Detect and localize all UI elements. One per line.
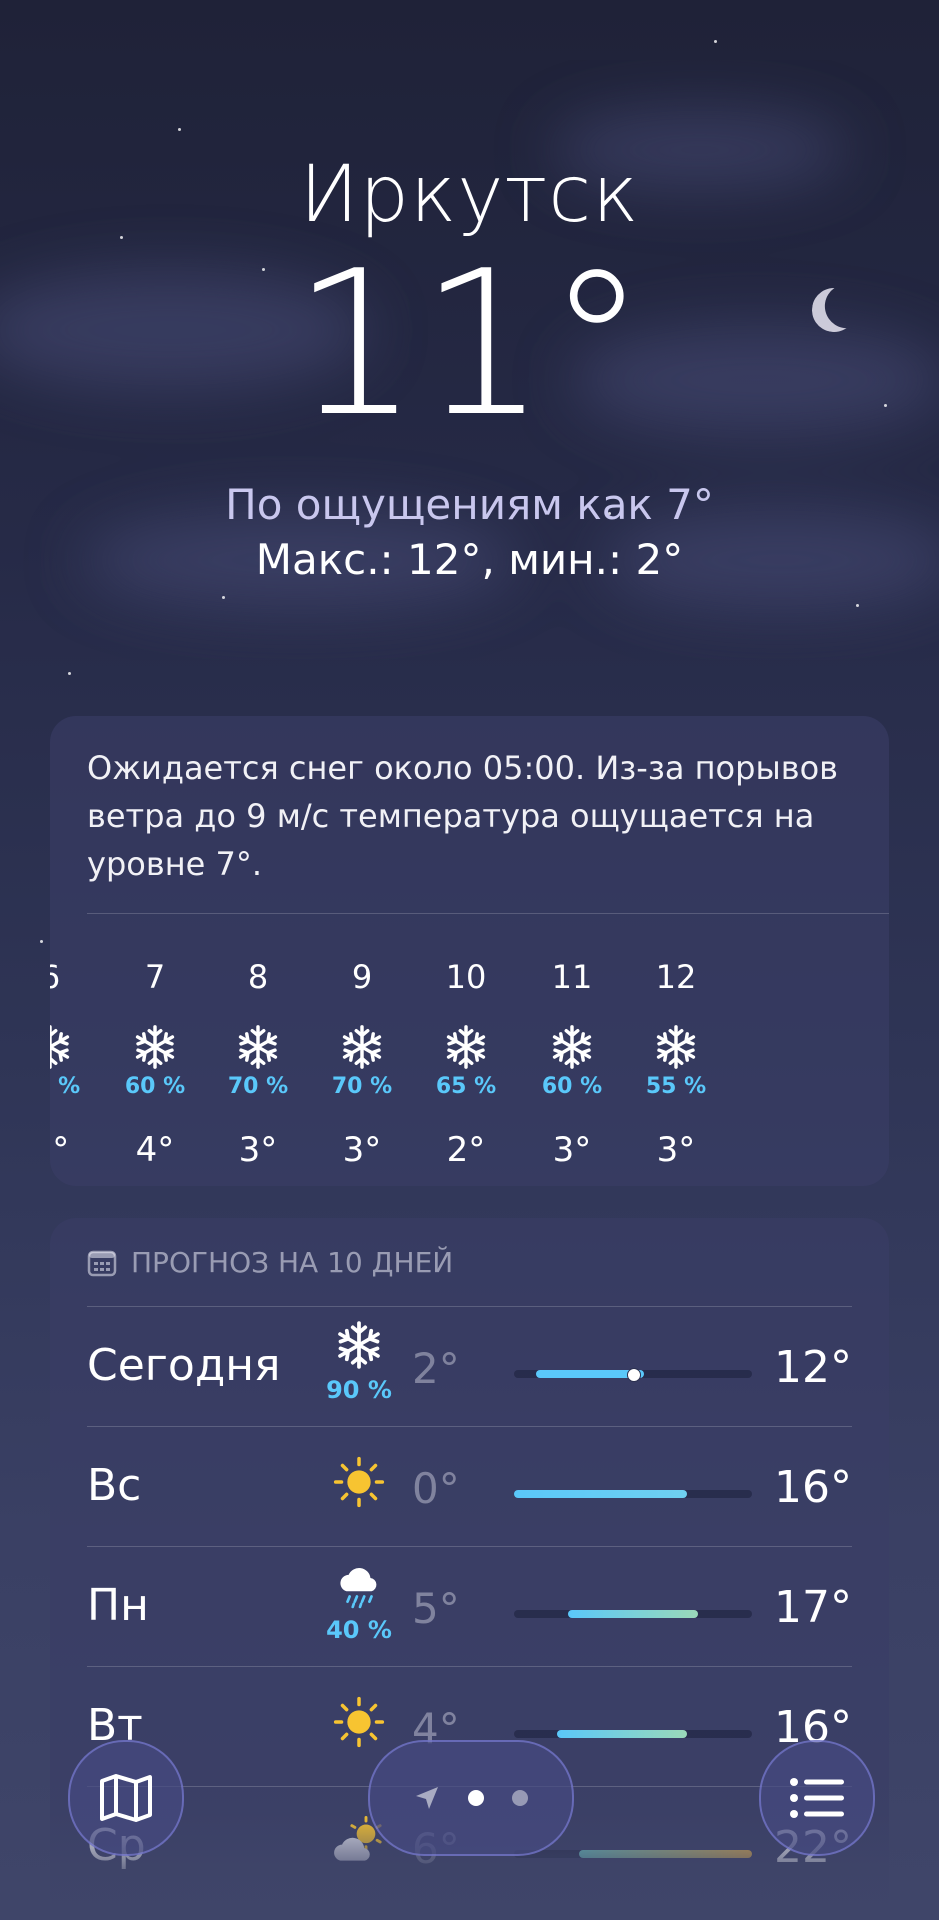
snowflake-icon (50, 1025, 70, 1069)
day-weather (309, 1694, 409, 1756)
hour-temp: 4° (135, 1130, 175, 1170)
location-arrow-icon[interactable] (414, 1785, 440, 1811)
snowflake-icon (338, 1321, 380, 1369)
hour-precip: 70 % (331, 1074, 393, 1099)
map-icon (100, 1774, 152, 1822)
temperature-range-bar (514, 1368, 752, 1382)
snowflake-icon (446, 1025, 486, 1069)
page-dot[interactable] (512, 1790, 528, 1806)
star (68, 672, 71, 675)
hour-icon-wrap (626, 1024, 726, 1074)
temperature-range-fill (568, 1610, 698, 1618)
day-row[interactable]: Пн 40 % 5° 17° (87, 1546, 852, 1666)
map-button[interactable] (68, 1740, 184, 1856)
star (714, 40, 717, 43)
day-precip: 90 % (326, 1376, 392, 1404)
city-name: Иркутск (299, 150, 640, 240)
star (222, 596, 225, 599)
forecast-summary: Ожидается снег около 05:00. Из-за поры­в… (87, 749, 838, 883)
day-high: 17° (774, 1582, 852, 1633)
day-row[interactable]: Сегодня 90 % 2° 12° (87, 1306, 852, 1426)
hour-item: 9 70 % 3° (312, 936, 412, 1170)
hour-icon-wrap (312, 1024, 412, 1074)
day-name: Сегодня (87, 1340, 281, 1391)
hour-precip: 60 % (124, 1074, 186, 1099)
day-precip: 40 % (326, 1616, 392, 1644)
locations-list-button[interactable] (759, 1740, 875, 1856)
ten-day-header: ПРОГНОЗ НА 10 ДНЕЙ (87, 1246, 453, 1279)
day-weather: 90 % (309, 1320, 409, 1404)
hour-temp: 3° (50, 1130, 70, 1170)
day-low: 5° (412, 1584, 460, 1633)
hourly-scroller[interactable]: 6 65 % 3° 7 60 % 4° 8 70 % 3° 9 70 % 3° 10 65 % 2° 11 60… (50, 936, 889, 1176)
hour-temp: 3° (238, 1130, 278, 1170)
hour-label: 12 (655, 958, 697, 996)
hour-temp: 3° (656, 1130, 696, 1170)
hour-label: 10 (445, 958, 487, 996)
hour-icon-wrap (50, 1024, 100, 1074)
cloud-rain-icon (340, 1568, 377, 1609)
hour-label: 8 (247, 958, 269, 996)
hour-precip: 55 % (645, 1074, 707, 1099)
sun-icon (333, 1696, 385, 1748)
hour-temp: 3° (342, 1130, 382, 1170)
hourly-forecast-card[interactable]: Ожидается снег около 05:00. Из-за поры­в… (50, 716, 889, 1186)
star (178, 128, 181, 131)
temperature-range-fill (557, 1730, 688, 1738)
hour-temp: 3° (552, 1130, 592, 1170)
hour-item: 6 65 % 3° (50, 936, 100, 1170)
divider (87, 913, 889, 914)
day-weather (309, 1454, 409, 1516)
day-high: 16° (774, 1462, 852, 1513)
feels-like: По ощущениям как 7° (225, 480, 714, 529)
day-high: 12° (774, 1342, 852, 1393)
temperature-range-bar (514, 1490, 752, 1498)
current-temperature-dot (627, 1368, 641, 1382)
sun-icon (333, 1456, 385, 1508)
snowflake-icon (135, 1025, 175, 1069)
page-indicator[interactable] (368, 1740, 574, 1856)
hour-item: 12 55 % 3° (626, 936, 726, 1170)
hour-precip: 70 % (227, 1074, 289, 1099)
hour-icon-wrap (416, 1024, 516, 1074)
snowflake-icon (656, 1025, 696, 1069)
day-weather: 40 % (309, 1560, 409, 1644)
day-row[interactable]: Вс 0° 16° (87, 1426, 852, 1546)
calendar-icon (87, 1250, 117, 1276)
day-low: 0° (412, 1464, 460, 1513)
hour-icon-wrap (105, 1024, 205, 1074)
list-icon (790, 1778, 844, 1818)
hour-item: 11 60 % 3° (522, 936, 622, 1170)
hour-precip: 60 % (541, 1074, 603, 1099)
star (40, 940, 43, 943)
day-low: 2° (412, 1344, 460, 1393)
high-low: Макс.: 12°, мин.: 2° (255, 535, 684, 584)
hour-label: 9 (351, 958, 373, 996)
hour-item: 8 70 % 3° (208, 936, 308, 1170)
temperature-range-bar (514, 1610, 752, 1618)
hour-temp: 2° (446, 1130, 486, 1170)
hour-item: 7 60 % 4° (105, 936, 205, 1170)
ten-day-title: ПРОГНОЗ НА 10 ДНЕЙ (131, 1246, 454, 1279)
page-dot-active[interactable] (468, 1790, 484, 1806)
hour-precip: 65 % (50, 1074, 81, 1099)
day-name: Пн (87, 1580, 149, 1631)
snowflake-icon (552, 1025, 592, 1069)
star (856, 604, 859, 607)
day-name: Вс (87, 1460, 142, 1511)
hour-precip: 65 % (435, 1074, 497, 1099)
hour-icon-wrap (522, 1024, 622, 1074)
current-temperature: 11° (292, 228, 647, 461)
temperature-range-fill (514, 1490, 688, 1498)
hour-label: 6 (50, 958, 100, 998)
snowflake-icon (342, 1025, 382, 1069)
hour-label: 7 (144, 958, 166, 996)
temperature-range-bar (514, 1730, 752, 1738)
hour-icon-wrap (208, 1024, 308, 1074)
hour-label: 11 (551, 958, 593, 996)
hour-item: 10 65 % 2° (416, 936, 516, 1170)
snowflake-icon (238, 1025, 278, 1069)
